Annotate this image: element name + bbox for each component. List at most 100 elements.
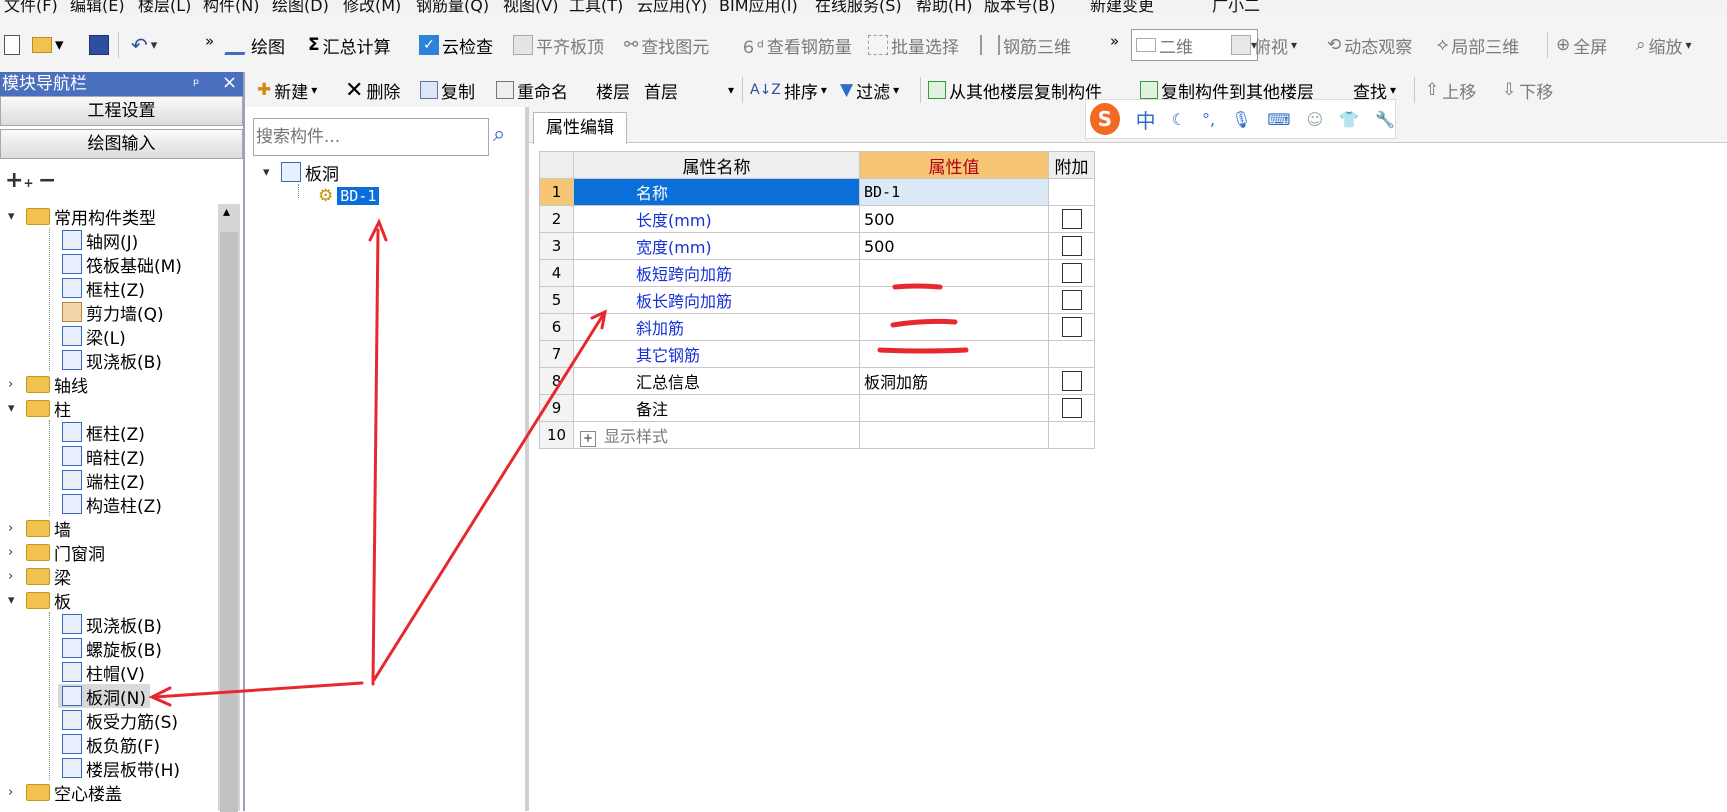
menu-help[interactable]: 帮助(H) <box>916 0 973 14</box>
chevron-down-icon[interactable]: ▾ <box>8 209 22 224</box>
prop-value[interactable] <box>859 259 1049 287</box>
filter-button[interactable]: ▼ 过滤 ▾ <box>840 75 899 105</box>
tree-folder-hollow-floor[interactable]: › 空心楼盖 <box>8 780 122 805</box>
tree-item-floor-strip[interactable]: 楼层板带(H) <box>62 756 180 781</box>
tree-item-column-cap[interactable]: 柱帽(V) <box>62 660 145 685</box>
prop-name[interactable]: 备注 <box>573 394 860 422</box>
prop-name[interactable]: 板短跨向加筋 <box>573 259 860 287</box>
chevron-down-icon[interactable]: ▾ <box>8 593 22 608</box>
tree-folder-slab[interactable]: ▾ 板 <box>8 588 71 613</box>
header-name[interactable]: 属性名称 <box>573 151 860 179</box>
copy-from-floor-button[interactable]: 从其他楼层复制构件 <box>928 75 1102 105</box>
chevron-right-icon[interactable]: › <box>8 785 22 800</box>
extra-checkbox[interactable] <box>1061 371 1082 392</box>
table-row[interactable]: 8 汇总信息 板洞加筋 <box>539 367 1095 395</box>
microphone-icon[interactable]: 🎙 <box>1231 110 1251 129</box>
close-icon[interactable]: × <box>222 71 237 95</box>
new-button[interactable]: ✚ 新建 ▾ <box>257 75 317 105</box>
dynamic-view-button[interactable]: ⟲ 动态观察 <box>1327 30 1412 60</box>
component-search-box[interactable] <box>253 118 489 156</box>
menu-view[interactable]: 视图(V) <box>503 0 558 14</box>
table-row[interactable]: 10 + 显示样式 <box>539 421 1095 449</box>
more-icon[interactable]: » <box>205 26 214 56</box>
full-screen-button[interactable]: ⊕ 全屏 <box>1556 30 1607 60</box>
menu-rebar-qty[interactable]: 钢筋量(Q) <box>416 0 489 14</box>
cloud-check-button[interactable]: ✓ 云检查 <box>419 30 493 60</box>
tree-item-spiral-slab[interactable]: 螺旋板(B) <box>62 636 162 661</box>
prop-name[interactable]: 名称 <box>573 178 860 206</box>
extra-checkbox[interactable] <box>1061 317 1082 338</box>
more-icon-2[interactable]: » <box>1110 26 1119 56</box>
new-file-icon[interactable] <box>4 30 20 60</box>
prop-name[interactable]: 斜加筋 <box>573 313 860 341</box>
view-rebar-button[interactable]: ６ᵈ 查看钢筋量 <box>740 30 852 60</box>
pin-icon[interactable]: ᵖ <box>193 72 199 96</box>
tree-folder-wall[interactable]: › 墙 <box>8 516 71 541</box>
local-3d-button[interactable]: ⟡ 局部三维 <box>1437 30 1519 60</box>
move-up-button[interactable]: ⇧ 上移 <box>1425 75 1476 105</box>
save-icon[interactable] <box>89 30 109 60</box>
prop-name-group[interactable]: + 显示样式 <box>573 421 860 449</box>
chevron-right-icon[interactable]: › <box>8 569 22 584</box>
component-tree-root[interactable]: ▾ 板洞 <box>263 160 339 185</box>
find-element-button[interactable]: ⚯ 查找图元 <box>624 30 709 60</box>
search-icon[interactable]: ⌕ <box>493 122 519 152</box>
menu-bim[interactable]: BIM应用(I) <box>719 0 798 14</box>
table-row[interactable]: 4 板短跨向加筋 <box>539 259 1095 287</box>
menu-version[interactable]: 版本号(B) <box>984 0 1055 14</box>
plus-icon[interactable]: + <box>580 431 596 447</box>
delete-button[interactable]: ✕ 删除 <box>345 75 400 105</box>
tree-folder-common[interactable]: ▾ 常用构件类型 <box>8 204 156 229</box>
header-value[interactable]: 属性值 <box>859 151 1049 179</box>
tree-item-raft[interactable]: 筏板基础(M) <box>62 252 182 277</box>
sort-button[interactable]: A↓Z 排序 ▾ <box>750 75 827 105</box>
menu-assistant[interactable]: 广小二 <box>1212 0 1260 14</box>
tree-item-frame-column[interactable]: 框柱(Z) <box>62 276 145 301</box>
table-row[interactable]: 7 其它钢筋 <box>539 340 1095 368</box>
tree-item-hidden-column[interactable]: 暗柱(Z) <box>62 444 145 469</box>
draw-input-button[interactable]: 绘图输入 <box>0 129 243 159</box>
prop-name[interactable]: 长度(mm) <box>573 205 860 233</box>
prop-value[interactable] <box>859 394 1049 422</box>
punctuation-icon[interactable]: °, <box>1202 110 1215 129</box>
sogou-logo-icon[interactable]: S <box>1090 103 1120 135</box>
menu-tools[interactable]: 工具(T) <box>569 0 623 14</box>
table-row[interactable]: 5 板长跨向加筋 <box>539 286 1095 314</box>
tree-folder-axis[interactable]: › 轴线 <box>8 372 88 397</box>
menu-component[interactable]: 构件(N) <box>203 0 259 14</box>
extra-checkbox[interactable] <box>1061 209 1082 230</box>
header-extra[interactable]: 附加 <box>1048 151 1095 179</box>
moon-icon[interactable]: ☾ <box>1172 110 1186 129</box>
table-row[interactable]: 3 宽度(mm) 500 <box>539 232 1095 260</box>
open-folder-icon[interactable]: ▾ <box>32 30 64 60</box>
wrench-icon[interactable]: 🔧 <box>1375 110 1395 129</box>
chevron-right-icon[interactable]: › <box>8 377 22 392</box>
nav-scrollbar[interactable]: ▴ <box>218 204 240 812</box>
menu-new-change[interactable]: 新建变更 <box>1090 0 1154 14</box>
prop-value[interactable]: BD-1 <box>859 178 1049 206</box>
prop-name[interactable]: 板长跨向加筋 <box>573 286 860 314</box>
menu-modify[interactable]: 修改(M) <box>343 0 401 14</box>
skin-icon[interactable]: 👕 <box>1339 110 1359 129</box>
floor-select[interactable]: 首层 ▾ <box>644 75 734 105</box>
draw-button[interactable]: 绘图 <box>224 30 285 60</box>
table-row[interactable]: 9 备注 <box>539 394 1095 422</box>
zoom-button[interactable]: ⌕ 缩放 ▾ <box>1636 30 1692 60</box>
tree-folder-beam[interactable]: › 梁 <box>8 564 71 589</box>
menu-cloud[interactable]: 云应用(Y) <box>637 0 707 14</box>
prop-value[interactable] <box>859 313 1049 341</box>
prop-name[interactable]: 汇总信息 <box>573 367 860 395</box>
table-row[interactable]: 2 长度(mm) 500 <box>539 205 1095 233</box>
menu-online[interactable]: 在线服务(S) <box>815 0 902 14</box>
keyboard-icon[interactable]: ⌨ <box>1267 110 1290 129</box>
prop-value[interactable] <box>859 421 1049 449</box>
chevron-right-icon[interactable]: › <box>8 521 22 536</box>
table-row[interactable]: 1 名称 BD-1 <box>539 178 1095 206</box>
scroll-up-icon[interactable]: ▴ <box>223 204 230 220</box>
chevron-down-icon[interactable]: ▾ <box>8 401 22 416</box>
copy-button[interactable]: 复制 <box>420 75 475 105</box>
table-row[interactable]: 6 斜加筋 <box>539 313 1095 341</box>
extra-checkbox[interactable] <box>1061 290 1082 311</box>
scroll-thumb[interactable] <box>220 232 238 812</box>
flat-top-button[interactable]: 平齐板顶 <box>513 30 604 60</box>
